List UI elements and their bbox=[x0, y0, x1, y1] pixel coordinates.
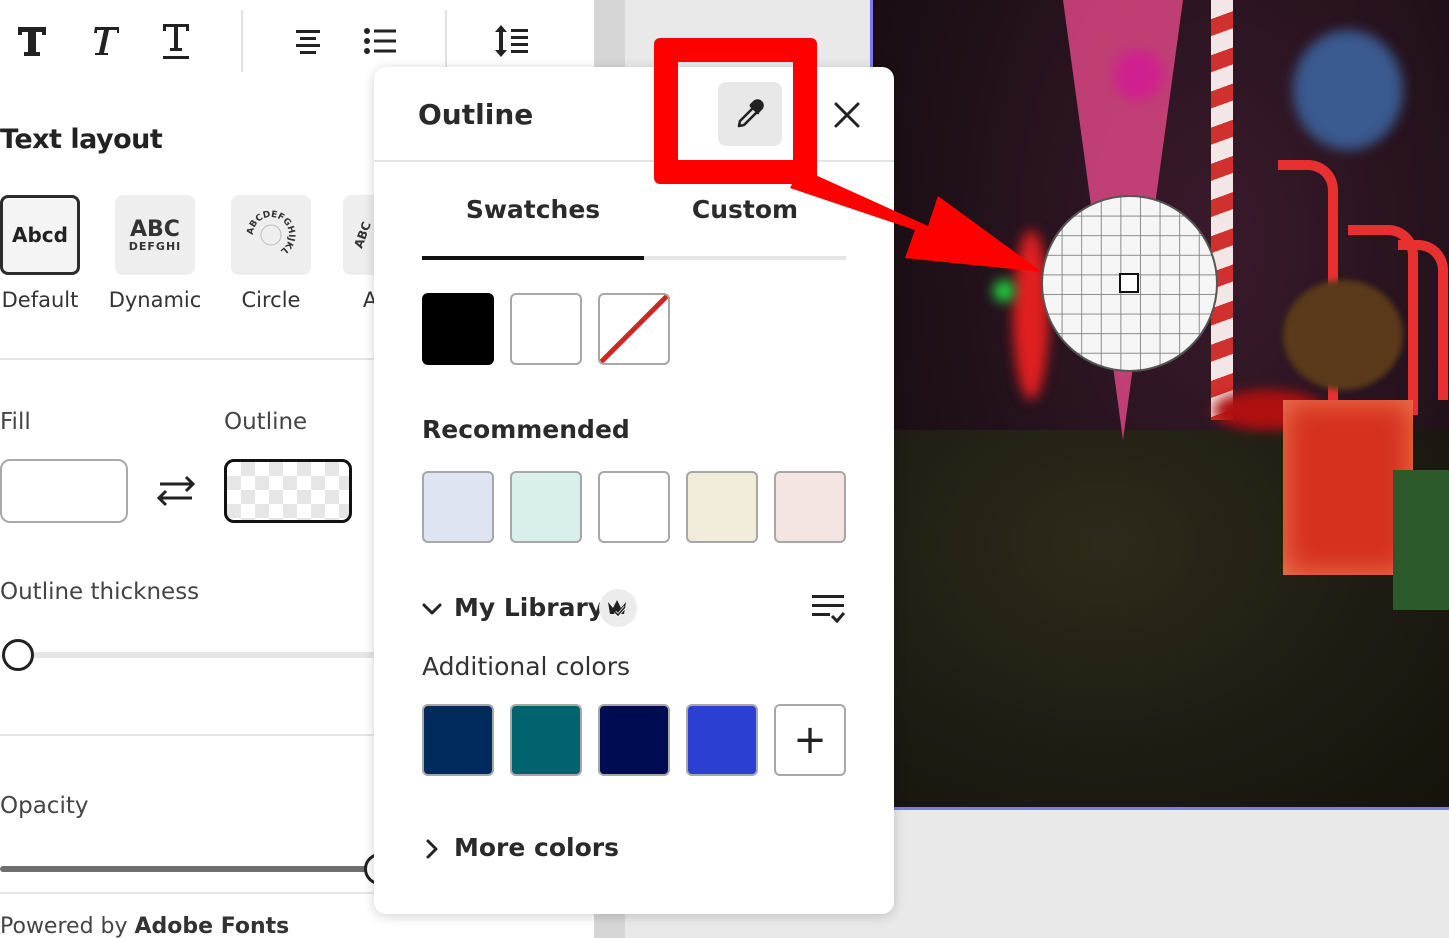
swap-colors-icon[interactable] bbox=[156, 472, 196, 514]
opacity-label: Opacity bbox=[0, 793, 89, 819]
photo-light bbox=[993, 280, 1015, 302]
canvas-photo[interactable] bbox=[870, 0, 1449, 810]
layout-preview-sub: DEFGHI bbox=[128, 239, 182, 253]
photo-candy-pole bbox=[1211, 0, 1233, 420]
library-swatch[interactable] bbox=[686, 704, 758, 776]
bulleted-list-icon[interactable] bbox=[360, 20, 400, 62]
tab-swatches[interactable]: Swatches bbox=[422, 195, 644, 224]
recommended-swatch[interactable] bbox=[422, 471, 494, 543]
text-layout-title: Text layout bbox=[0, 124, 163, 155]
additional-colors-label: Additional colors bbox=[422, 652, 631, 681]
underline-text-icon[interactable] bbox=[156, 20, 196, 62]
toolbar-divider bbox=[445, 10, 447, 72]
layout-option-circle[interactable]: ABCDEFGHIJKL bbox=[231, 195, 311, 275]
swatch-white[interactable] bbox=[510, 293, 582, 365]
powered-by-footer: Powered by Adobe Fonts bbox=[0, 914, 289, 938]
library-swatch[interactable] bbox=[510, 704, 582, 776]
recommended-swatch[interactable] bbox=[510, 471, 582, 543]
outline-thickness-label: Outline thickness bbox=[0, 579, 200, 605]
loupe-center-pixel bbox=[1119, 273, 1139, 293]
layout-preview: ABC bbox=[130, 216, 180, 242]
my-library-heading[interactable]: My Library bbox=[454, 593, 604, 622]
active-tab-indicator bbox=[422, 256, 644, 260]
library-swatch[interactable] bbox=[422, 704, 494, 776]
layout-option-label: Default bbox=[1, 288, 79, 312]
photo-light bbox=[1013, 230, 1049, 400]
annotation-highlight-box bbox=[654, 38, 817, 184]
outline-color-popover: Outline Swatches Custom Recommended My L… bbox=[374, 67, 894, 914]
divider bbox=[0, 734, 380, 736]
recommended-heading: Recommended bbox=[422, 415, 630, 444]
more-colors-link[interactable]: More colors bbox=[454, 833, 619, 862]
tab-custom[interactable]: Custom bbox=[634, 195, 856, 224]
layout-preview: Abcd bbox=[12, 223, 68, 247]
layout-preview: ABC bbox=[351, 219, 375, 251]
italic-text-icon[interactable] bbox=[84, 20, 124, 62]
swatch-black[interactable] bbox=[422, 293, 494, 365]
photo-candy-cane bbox=[1398, 240, 1448, 400]
recommended-swatch[interactable] bbox=[686, 471, 758, 543]
divider bbox=[0, 358, 380, 360]
layout-option-default[interactable]: Abcd bbox=[0, 195, 80, 275]
no-color-icon bbox=[600, 295, 668, 363]
chevron-right-icon[interactable] bbox=[420, 837, 444, 865]
recommended-swatch[interactable] bbox=[598, 471, 670, 543]
outline-thickness-handle[interactable] bbox=[2, 639, 34, 671]
line-spacing-icon[interactable] bbox=[492, 20, 532, 62]
powered-by-text: Powered by bbox=[0, 914, 135, 938]
outline-thickness-slider[interactable] bbox=[16, 652, 386, 658]
layout-option-label: Circle bbox=[241, 288, 301, 312]
popover-title: Outline bbox=[418, 98, 534, 131]
align-center-icon[interactable] bbox=[288, 20, 328, 62]
fill-color-swatch[interactable] bbox=[0, 459, 128, 523]
add-color-button[interactable]: + bbox=[774, 704, 846, 776]
photo-gift-box bbox=[1393, 470, 1449, 610]
close-icon bbox=[834, 102, 860, 128]
outline-color-swatch[interactable] bbox=[224, 459, 352, 523]
outline-label: Outline bbox=[224, 409, 308, 435]
svg-text:ABCDEFGHIJKL: ABCDEFGHIJKL bbox=[246, 210, 296, 256]
layout-option-dynamic[interactable]: ABC DEFGHI bbox=[115, 195, 195, 275]
close-button[interactable] bbox=[826, 94, 868, 136]
divider bbox=[0, 892, 380, 894]
photo-chair bbox=[1293, 30, 1403, 150]
swatch-none[interactable] bbox=[598, 293, 670, 365]
library-sync-icon bbox=[599, 589, 637, 627]
adobe-fonts-link[interactable]: Adobe Fonts bbox=[135, 914, 290, 938]
photo-light bbox=[1113, 50, 1163, 100]
library-menu-icon[interactable] bbox=[810, 591, 846, 631]
chevron-down-icon[interactable] bbox=[420, 597, 444, 625]
circle-text-icon: ABCDEFGHIJKL bbox=[246, 210, 296, 256]
toolbar-divider bbox=[241, 10, 243, 72]
layout-option-label: Dynamic bbox=[108, 288, 202, 312]
photo-basket bbox=[1283, 280, 1403, 390]
bold-text-icon[interactable] bbox=[12, 20, 52, 62]
recommended-swatch[interactable] bbox=[774, 471, 846, 543]
opacity-slider[interactable] bbox=[0, 866, 380, 872]
fill-label: Fill bbox=[0, 409, 31, 435]
library-swatch[interactable] bbox=[598, 704, 670, 776]
